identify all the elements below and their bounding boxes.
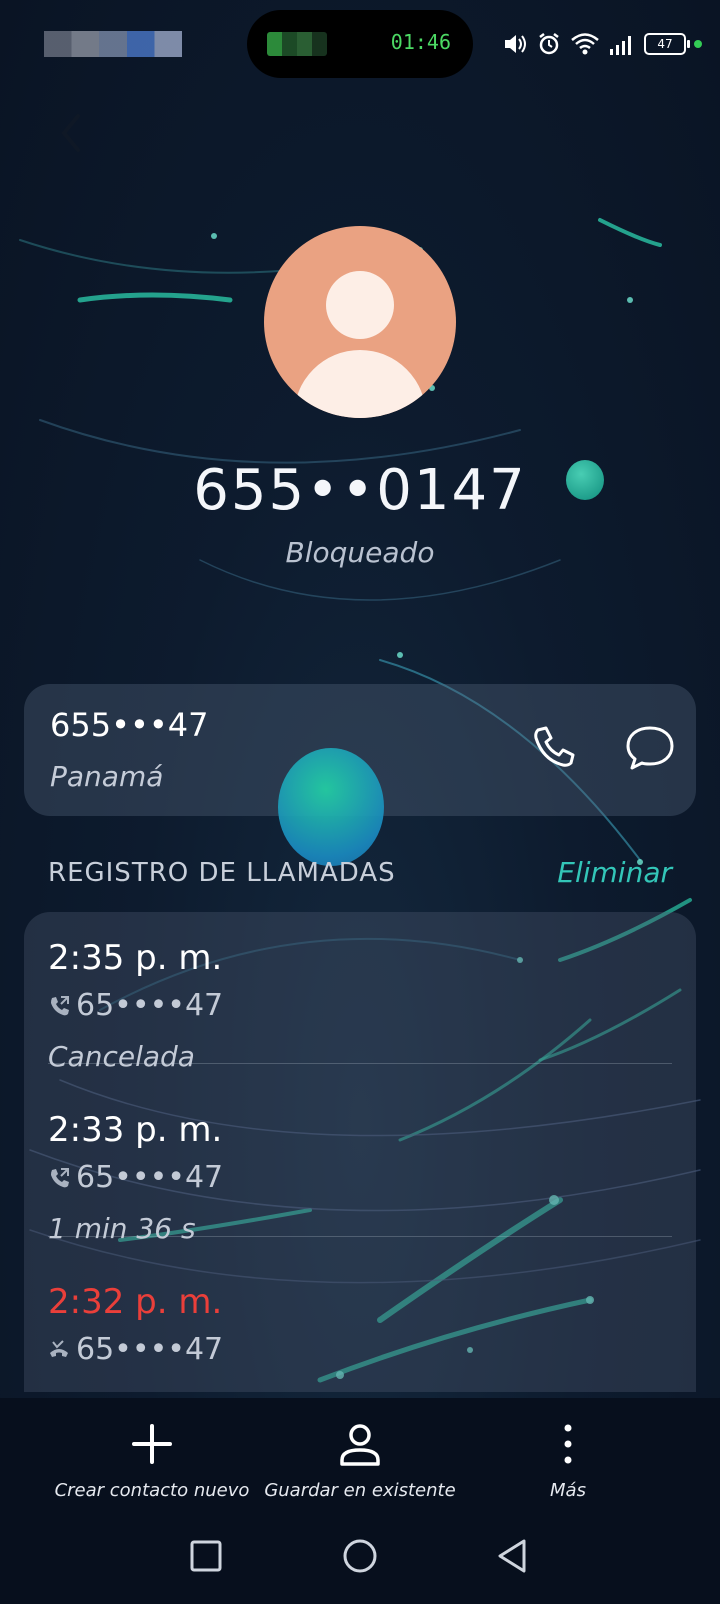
call-time-missed: 2:32 p. m.: [48, 1282, 223, 1322]
outgoing-call-icon: [51, 1167, 69, 1187]
system-navigation-bar: [0, 1508, 720, 1604]
home-circle-icon[interactable]: [338, 1534, 382, 1578]
message-bubble-icon[interactable]: [622, 720, 678, 776]
decorative-orb-large: [278, 748, 384, 866]
more-options-label: Más: [550, 1480, 586, 1501]
decorative-orb: [566, 460, 604, 500]
avatar-body: [294, 350, 426, 418]
call-status: Cancelada: [48, 1040, 195, 1073]
call-number: 65••••47: [76, 988, 224, 1023]
blocked-status: Bloqueado: [285, 536, 435, 569]
back-arrow-icon[interactable]: [52, 108, 92, 158]
system-status-icons: 47: [502, 30, 702, 58]
save-to-existing-button[interactable]: Guardar en existente: [250, 1420, 470, 1501]
divider: [48, 1236, 672, 1237]
save-to-existing-label: Guardar en existente: [264, 1480, 456, 1501]
call-log-entry[interactable]: 2:32 p. m. 65••••47: [24, 1256, 696, 1392]
privacy-indicator-dot: [694, 40, 702, 48]
phone-number: 655•••47: [50, 706, 209, 744]
contact-number-title: 655••0147: [193, 458, 527, 523]
more-vertical-icon: [564, 1424, 572, 1464]
volume-icon: [505, 35, 526, 53]
call-number: 65••••47: [76, 1160, 224, 1195]
call-log-title: REGISTRO DE LLAMADAS: [48, 858, 396, 888]
signal-icon: [610, 36, 631, 55]
call-number: 65••••47: [76, 1332, 224, 1367]
contact-avatar: [264, 226, 456, 418]
dynamic-island[interactable]: 01:46: [247, 10, 473, 78]
call-timer: 01:46: [390, 30, 451, 54]
delete-call-log-button[interactable]: Eliminar: [557, 856, 672, 889]
create-contact-button[interactable]: Crear contacto nuevo: [42, 1420, 262, 1501]
call-log-entry[interactable]: 2:35 p. m. 65••••47 Cancelada: [24, 912, 696, 1088]
recent-apps-square-icon[interactable]: [184, 1534, 228, 1578]
app-activity-icon: [267, 32, 327, 56]
missed-call-icon: [50, 1339, 68, 1357]
call-time: 2:35 p. m.: [48, 938, 223, 978]
alarm-icon: [539, 33, 559, 55]
call-duration: 1 min 36 s: [48, 1212, 196, 1245]
bottom-action-bar: Crear contacto nuevo Guardar en existent…: [0, 1398, 720, 1508]
person-icon: [340, 1424, 380, 1466]
call-time: 2:33 p. m.: [48, 1110, 223, 1150]
create-contact-label: Crear contacto nuevo: [54, 1480, 250, 1501]
back-triangle-icon[interactable]: [490, 1534, 534, 1578]
status-bar: 01:46 47: [0, 0, 720, 88]
avatar-head: [326, 271, 394, 339]
notification-icons-redacted: [44, 31, 182, 57]
call-phone-icon[interactable]: [524, 720, 580, 776]
plus-icon: [132, 1424, 172, 1464]
call-log-entry[interactable]: 2:33 p. m. 65••••47 1 min 36 s: [24, 1084, 696, 1260]
more-options-button[interactable]: Más: [458, 1420, 678, 1501]
phone-country: Panamá: [50, 760, 164, 793]
outgoing-call-icon: [51, 995, 69, 1015]
battery-icon: 47: [644, 33, 690, 55]
wifi-icon: [571, 33, 599, 55]
call-log-list: 2:35 p. m. 65••••47 Cancelada 2:33 p. m.…: [24, 912, 696, 1392]
divider: [48, 1063, 672, 1064]
